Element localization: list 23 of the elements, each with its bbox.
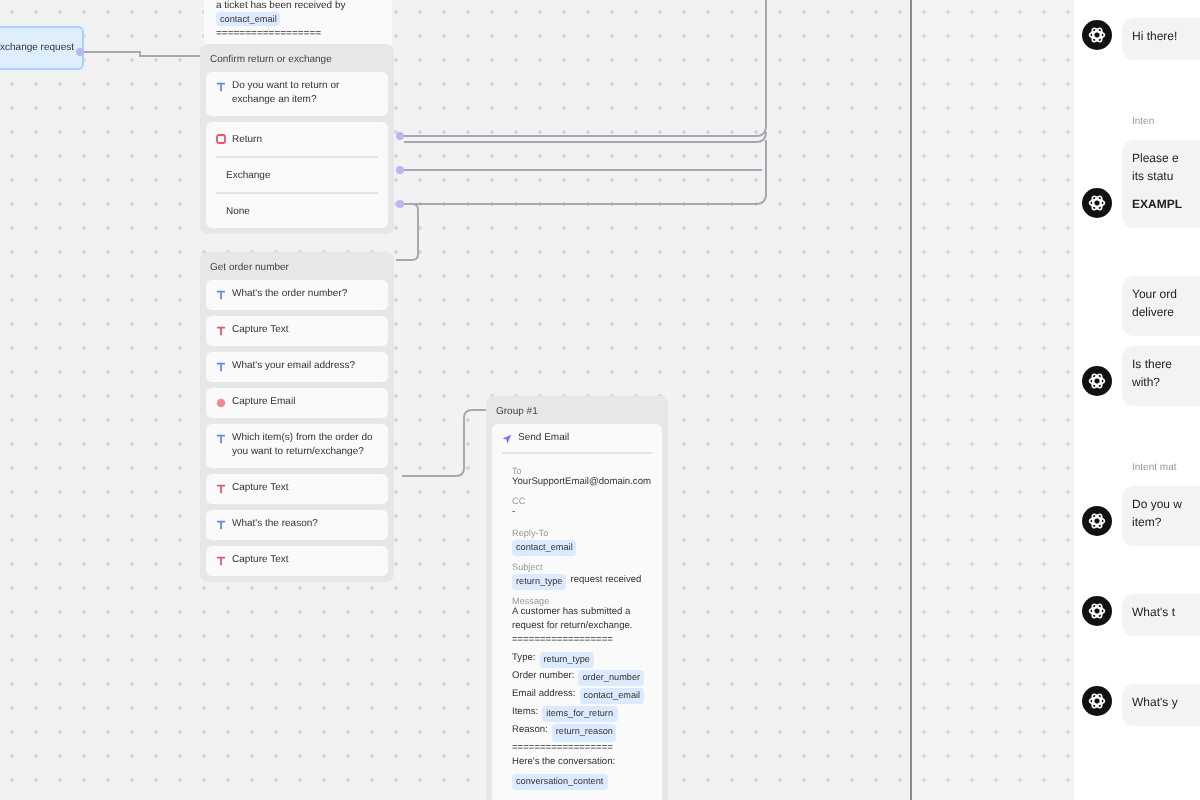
port-dot[interactable]	[76, 48, 84, 56]
node-group[interactable]	[200, 252, 394, 582]
text-icon	[216, 362, 226, 372]
avatar-icon	[1082, 20, 1112, 50]
text-icon	[216, 434, 226, 444]
text-icon	[216, 556, 226, 566]
avatar-icon	[1082, 596, 1112, 626]
port-dot[interactable]	[396, 132, 404, 140]
text-icon	[216, 290, 226, 300]
port-dot[interactable]	[396, 166, 404, 174]
text-icon	[216, 82, 226, 92]
port-dot[interactable]	[396, 200, 404, 208]
circle-icon	[216, 398, 226, 408]
text-icon	[216, 484, 226, 494]
connector-line	[401, 409, 487, 477]
avatar-icon	[1082, 366, 1112, 396]
square-icon	[216, 134, 226, 144]
avatar-icon	[1082, 188, 1112, 218]
avatar-icon	[1082, 506, 1112, 536]
text-icon	[216, 326, 226, 336]
text-icon	[216, 520, 226, 530]
avatar-icon	[1082, 686, 1112, 716]
send-icon	[502, 433, 512, 443]
